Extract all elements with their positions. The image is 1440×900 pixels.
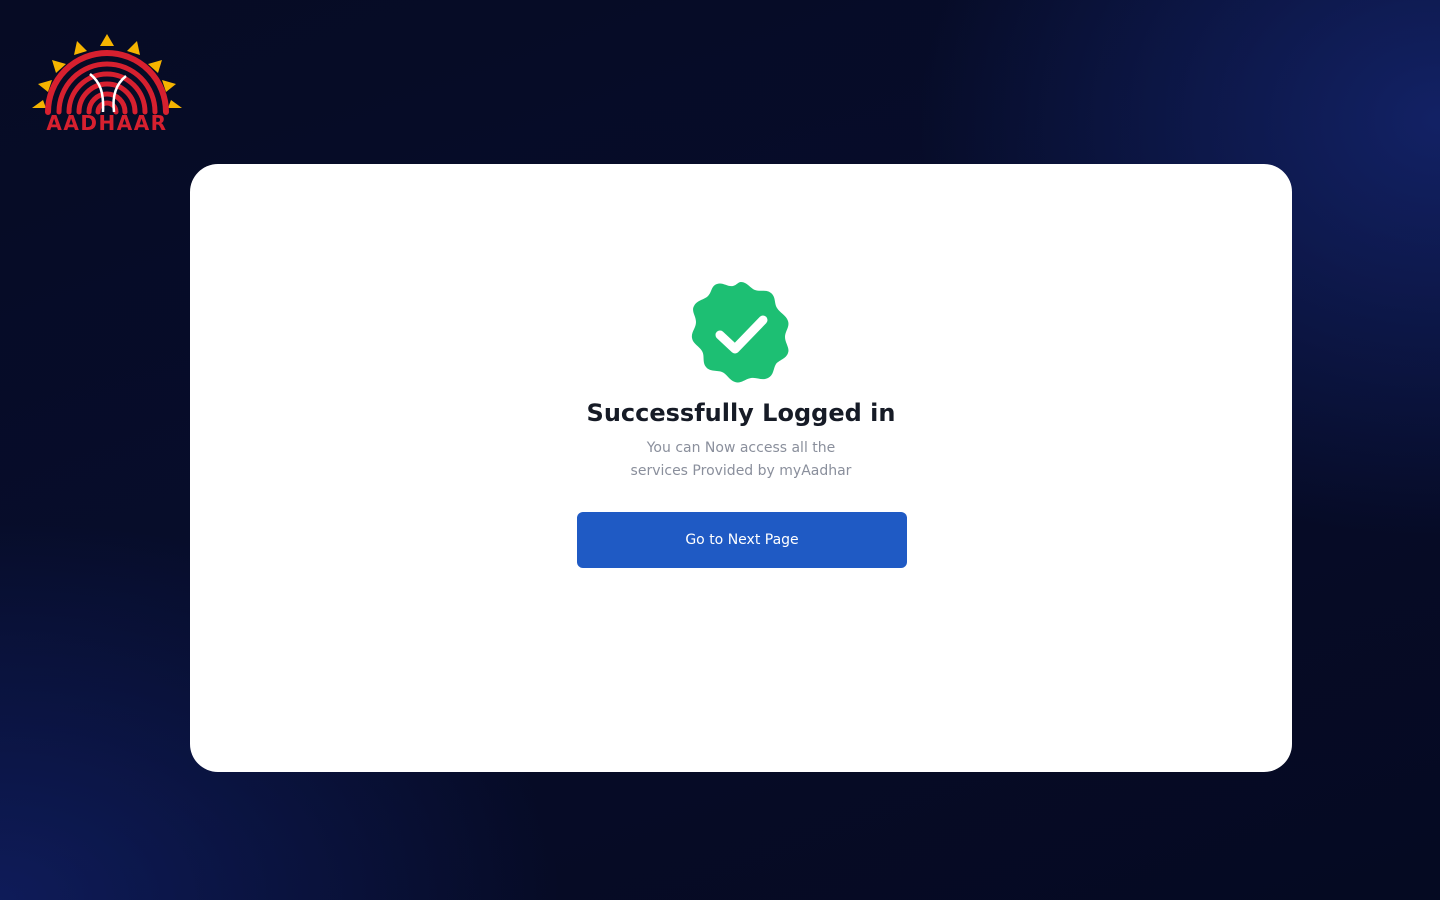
login-success-card: Successfully Logged in You can Now acces…	[190, 164, 1292, 772]
success-title: Successfully Logged in	[586, 399, 896, 427]
subtitle-line-2: services Provided by myAadhar	[630, 463, 852, 479]
logo-wordmark: AADHAAR	[46, 111, 168, 135]
subtitle-line-1: You can Now access all the	[646, 440, 836, 456]
success-subtitle: You can Now access all the services Prov…	[190, 437, 1292, 483]
verified-check-badge-icon	[691, 282, 789, 383]
aadhaar-logo: AADHAAR	[30, 34, 184, 136]
go-to-next-page-button[interactable]: Go to Next Page	[577, 512, 907, 568]
aadhaar-sun-fingerprint-icon	[32, 34, 182, 115]
